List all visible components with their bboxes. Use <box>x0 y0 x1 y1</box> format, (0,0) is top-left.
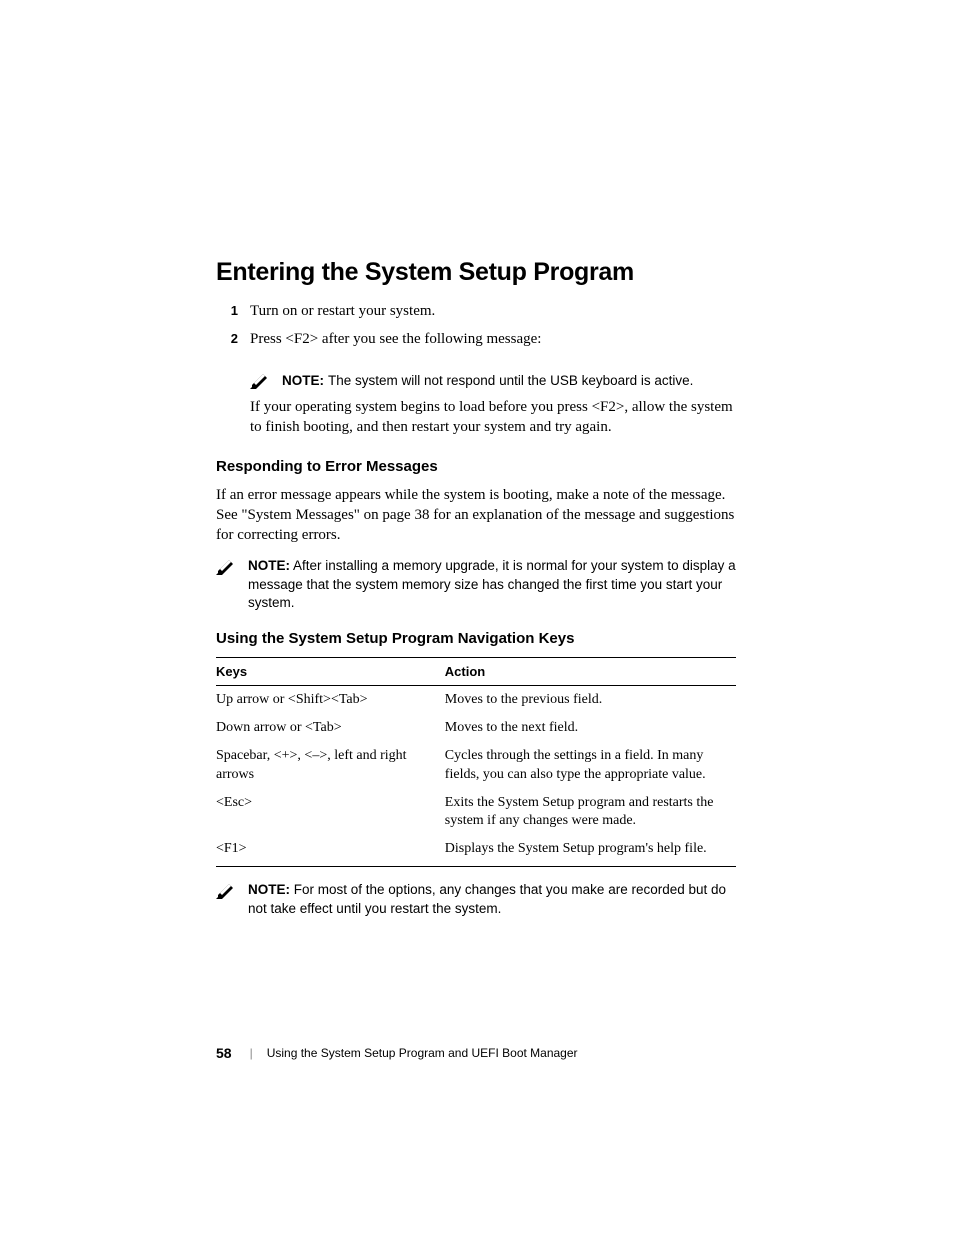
page-content: Entering the System Setup Program 1 Turn… <box>216 258 736 936</box>
cell-key: Up arrow or <Shift><Tab> <box>216 686 445 715</box>
footer-separator: | <box>250 1046 253 1060</box>
table-row: Up arrow or <Shift><Tab> Moves to the pr… <box>216 686 736 715</box>
subheading-nav: Using the System Setup Program Navigatio… <box>216 630 736 647</box>
subheading-error: Responding to Error Messages <box>216 458 736 475</box>
step-list: 1 Turn on or restart your system. 2 Pres… <box>216 301 736 350</box>
paragraph: If your operating system begins to load … <box>250 397 736 438</box>
cell-key: <Esc> <box>216 789 445 835</box>
note-label: NOTE: <box>282 373 324 388</box>
note-text: For most of the options, any changes tha… <box>248 882 726 915</box>
list-item: 1 Turn on or restart your system. <box>216 301 736 321</box>
cell-action: Moves to the next field. <box>445 714 736 742</box>
note-label: NOTE: <box>248 882 290 897</box>
cell-action: Displays the System Setup program's help… <box>445 835 736 867</box>
note-body: NOTE: For most of the options, any chang… <box>248 881 736 917</box>
cell-action: Cycles through the settings in a field. … <box>445 742 736 788</box>
note: NOTE: After installing a memory upgrade,… <box>216 557 736 612</box>
step-number: 1 <box>216 303 238 318</box>
cell-key: Down arrow or <Tab> <box>216 714 445 742</box>
cell-action: Exits the System Setup program and resta… <box>445 789 736 835</box>
col-keys: Keys <box>216 658 445 686</box>
step-text: Turn on or restart your system. <box>250 301 435 321</box>
cell-key: <F1> <box>216 835 445 867</box>
list-item: 2 Press <F2> after you see the following… <box>216 329 736 349</box>
pencil-note-icon <box>216 557 236 575</box>
table-row: <Esc> Exits the System Setup program and… <box>216 789 736 835</box>
note: NOTE: The system will not respond until … <box>250 370 736 392</box>
table-row: <F1> Displays the System Setup program's… <box>216 835 736 867</box>
page-footer: 58 | Using the System Setup Program and … <box>216 1045 578 1061</box>
page-number: 58 <box>216 1045 232 1061</box>
note-body: NOTE: The system will not respond until … <box>282 370 693 392</box>
note-body: NOTE: After installing a memory upgrade,… <box>248 557 736 612</box>
paragraph: If an error message appears while the sy… <box>216 485 736 546</box>
step-text: Press <F2> after you see the following m… <box>250 329 541 349</box>
note-label: NOTE: <box>248 558 290 573</box>
note-text: After installing a memory upgrade, it is… <box>248 558 736 609</box>
note: NOTE: For most of the options, any chang… <box>216 881 736 917</box>
table-row: Down arrow or <Tab> Moves to the next fi… <box>216 714 736 742</box>
cell-action: Moves to the previous field. <box>445 686 736 715</box>
table-header-row: Keys Action <box>216 658 736 686</box>
navigation-keys-table: Keys Action Up arrow or <Shift><Tab> Mov… <box>216 657 736 867</box>
indented-block: NOTE: The system will not respond until … <box>250 370 736 438</box>
note-text: The system will not respond until the US… <box>328 373 693 388</box>
col-action: Action <box>445 658 736 686</box>
table-row: Spacebar, <+>, <–>, left and right arrow… <box>216 742 736 788</box>
footer-chapter: Using the System Setup Program and UEFI … <box>267 1046 578 1060</box>
cell-key: Spacebar, <+>, <–>, left and right arrow… <box>216 742 445 788</box>
pencil-note-icon <box>250 371 270 389</box>
pencil-note-icon <box>216 881 236 899</box>
step-number: 2 <box>216 331 238 346</box>
main-heading: Entering the System Setup Program <box>216 258 736 287</box>
